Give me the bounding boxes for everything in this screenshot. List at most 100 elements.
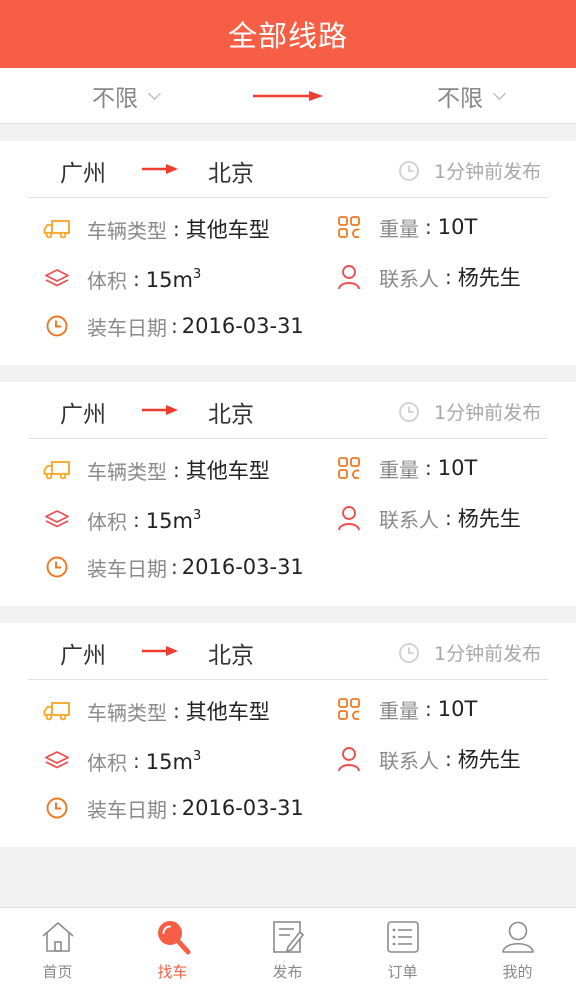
clock-icon (399, 401, 419, 422)
tab-orders[interactable]: 订单 (345, 908, 460, 984)
route-card-header: 广州 北京 1分钟前发布 (0, 382, 576, 439)
tab-profile-label: 我的 (502, 963, 533, 981)
clock-icon (43, 312, 71, 340)
tab-publish[interactable]: 发布 (230, 908, 345, 984)
colon: : (133, 508, 140, 532)
contact-field: 联系人 : 杨先生 (335, 744, 521, 774)
clock-icon (43, 553, 71, 581)
contact-value: 杨先生 (457, 748, 521, 772)
volume-value: 15m3 (145, 266, 202, 292)
person-icon (335, 504, 363, 532)
vehicle-type-label: 车辆类型 (87, 218, 167, 243)
tab-profile[interactable]: 我的 (460, 908, 575, 984)
tab-orders-label: 订单 (387, 963, 418, 981)
colon: : (171, 314, 178, 338)
tab-find-vehicle[interactable]: 找车 (115, 908, 230, 984)
loading-date-field: 装车日期 : 2016-03-31 (43, 311, 304, 341)
arrow-right-icon (253, 91, 323, 101)
colon: : (445, 265, 452, 289)
weight-label: 重量 (379, 216, 419, 241)
vehicle-type-value: 其他车型 (185, 218, 270, 242)
volume-field: 体积 : 15m3 (43, 746, 201, 776)
arrow-right-icon (142, 405, 178, 415)
loading-date-label: 装车日期 (87, 556, 167, 581)
home-icon (41, 922, 74, 952)
loading-date-field: 装车日期 : 2016-03-31 (43, 793, 304, 823)
contact-label: 联系人 (379, 266, 439, 291)
posted-time: 1分钟前发布 (398, 398, 541, 425)
posted-time-text: 1分钟前发布 (434, 643, 542, 665)
colon: : (133, 267, 140, 291)
route-card-header: 广州 北京 1分钟前发布 (0, 141, 576, 198)
colon: : (173, 458, 180, 482)
volume-value: 15m3 (145, 507, 202, 533)
tab-home-label: 首页 (42, 963, 73, 981)
volume-unit-superscript: 3 (192, 507, 202, 523)
chevron-down-icon (148, 86, 161, 100)
destination-city: 北京 (208, 402, 254, 428)
destination-filter-dropdown[interactable]: 不限 (437, 68, 506, 124)
divider (28, 438, 548, 439)
volume-label: 体积 (87, 750, 127, 775)
origin-city: 广州 (60, 161, 106, 187)
volume-label: 体积 (87, 268, 127, 293)
layers-icon (43, 506, 71, 534)
contact-label: 联系人 (379, 507, 439, 532)
arrow-right-icon (142, 646, 178, 656)
colon: : (445, 506, 452, 530)
grid-icon (335, 454, 363, 482)
app-header: 全部线路 (0, 0, 576, 68)
posted-time: 1分钟前发布 (398, 157, 541, 184)
route-filter-bar: 不限 不限 (0, 68, 576, 124)
colon: : (425, 215, 432, 239)
person-icon (335, 263, 363, 291)
origin-filter-value: 不限 (92, 86, 138, 112)
vehicle-type-label: 车辆类型 (87, 459, 167, 484)
profile-icon (501, 921, 534, 953)
route-card[interactable]: 广州 北京 1分钟前发布 车辆类型: 其他车型 重量: 10T 体积: 1… (0, 623, 576, 847)
clock-icon (399, 642, 419, 663)
grid-icon (335, 213, 363, 241)
vehicle-type-value: 其他车型 (185, 459, 270, 483)
weight-field: 重量 : 10T (335, 212, 477, 242)
weight-label: 重量 (379, 698, 419, 723)
search-icon (157, 921, 190, 955)
order-icon (386, 921, 419, 953)
volume-label: 体积 (87, 509, 127, 534)
weight-value: 10T (437, 697, 478, 721)
truck-icon (43, 456, 71, 484)
contact-field: 联系人 : 杨先生 (335, 262, 521, 292)
contact-value: 杨先生 (457, 266, 521, 290)
vehicle-type-label: 车辆类型 (87, 700, 167, 725)
volume-unit-superscript: 3 (192, 266, 202, 282)
vehicle-type-field: 车辆类型 : 其他车型 (43, 455, 270, 485)
contact-label: 联系人 (379, 748, 439, 773)
loading-date-value: 2016-03-31 (181, 555, 304, 579)
tab-home[interactable]: 首页 (0, 908, 115, 984)
clock-icon (399, 160, 419, 181)
origin-city: 广州 (60, 402, 106, 428)
page-title: 全部线路 (227, 19, 348, 53)
weight-field: 重量 : 10T (335, 694, 477, 724)
clock-icon (43, 794, 71, 822)
route-card[interactable]: 广州 北京 1分钟前发布 车辆类型: 其他车型 重量: 10T 体积: 1… (0, 382, 576, 606)
posted-time-text: 1分钟前发布 (434, 161, 542, 183)
volume-value: 15m3 (145, 748, 202, 774)
colon: : (171, 555, 178, 579)
chevron-down-icon (493, 86, 506, 100)
colon: : (425, 456, 432, 480)
posted-time: 1分钟前发布 (398, 639, 541, 666)
contact-field: 联系人 : 杨先生 (335, 503, 521, 533)
truck-icon (43, 215, 71, 243)
divider (28, 197, 548, 198)
loading-date-label: 装车日期 (87, 315, 167, 340)
route-card[interactable]: 广州 北京 1分钟前发布 车辆类型: 其他车型 重量: 10T 体积: 1… (0, 141, 576, 365)
colon: : (173, 699, 180, 723)
origin-filter-dropdown[interactable]: 不限 (92, 68, 161, 124)
publish-icon (272, 921, 304, 953)
layers-icon (43, 265, 71, 293)
vehicle-type-field: 车辆类型 : 其他车型 (43, 214, 270, 244)
loading-date-label: 装车日期 (87, 797, 167, 822)
destination-city: 北京 (208, 161, 254, 187)
volume-field: 体积 : 15m3 (43, 505, 201, 535)
